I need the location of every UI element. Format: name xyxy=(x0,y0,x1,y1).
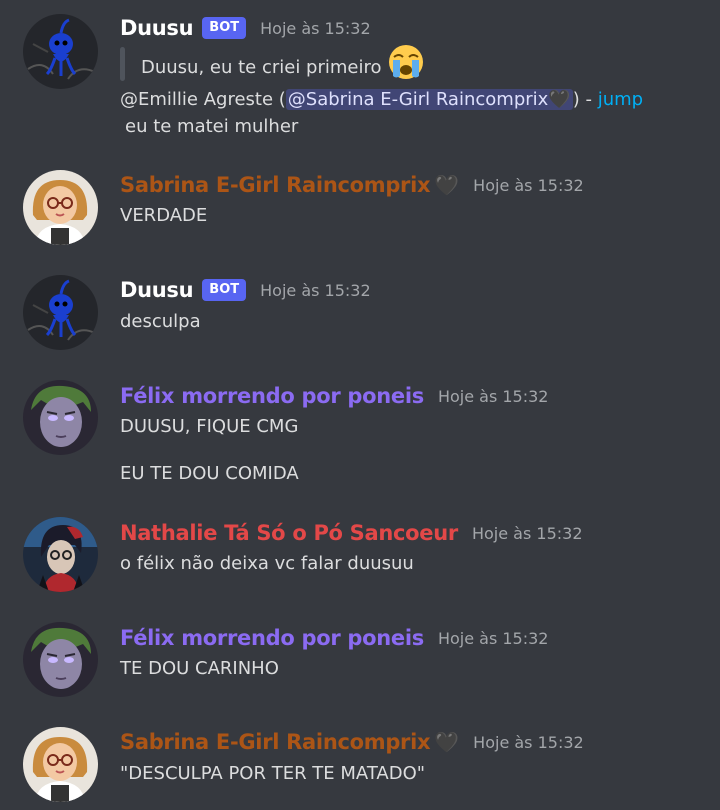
black-heart-icon: 🖤 xyxy=(548,89,571,110)
felix-avatar[interactable] xyxy=(23,622,98,697)
timestamp: Hoje às 15:32 xyxy=(260,18,371,38)
timestamp: Hoje às 15:32 xyxy=(471,523,583,543)
message-header: Félix morrendo por poneis Hoje às 15:32 xyxy=(120,384,548,408)
user-mention[interactable]: @Sabrina E-Girl Raincomprix🖤 xyxy=(285,89,573,110)
timestamp: Hoje às 15:32 xyxy=(473,175,584,195)
username[interactable]: Félix morrendo por poneis xyxy=(120,626,424,650)
bot-badge: BOT xyxy=(202,279,247,301)
timestamp: Hoje às 15:32 xyxy=(260,280,371,300)
timestamp: Hoje às 15:32 xyxy=(473,732,584,752)
message-header: Duusu BOT Hoje às 15:32 xyxy=(120,16,371,40)
timestamp: Hoje às 15:32 xyxy=(437,386,549,406)
black-heart-icon: 🖤 xyxy=(434,173,460,197)
username[interactable]: Duusu xyxy=(120,278,194,302)
quote-text: Duusu, eu te criei primeiro xyxy=(141,45,426,82)
message-content: desculpa xyxy=(120,311,201,332)
timestamp: Hoje às 15:32 xyxy=(437,628,549,648)
sabrina-avatar[interactable] xyxy=(23,727,98,802)
duusu-avatar[interactable] xyxy=(23,14,98,89)
message-content: "DESCULPA POR TER TE MATADO" xyxy=(120,763,426,784)
message-header: Duusu BOT Hoje às 15:32 xyxy=(120,278,371,302)
chat-message-list: Duusu BOT Hoje às 15:32 Duusu, eu te cri… xyxy=(0,0,720,810)
black-heart-icon: 🖤 xyxy=(434,730,460,754)
reply-reference: @Emillie Agreste (@Sabrina E-Girl Rainco… xyxy=(120,89,644,110)
duusu-avatar[interactable] xyxy=(23,275,98,350)
message-content: TE DOU CARINHO xyxy=(120,658,279,679)
message-content: o félix não deixa vc falar duusuu xyxy=(120,553,414,574)
message-content: eu te matei mulher xyxy=(125,116,299,137)
felix-avatar[interactable] xyxy=(23,380,98,455)
message-header: Sabrina E-Girl Raincomprix 🖤 Hoje às 15:… xyxy=(120,730,584,754)
message-header: Félix morrendo por poneis Hoje às 15:32 xyxy=(120,626,548,650)
username[interactable]: Nathalie Tá Só o Pó Sancoeur xyxy=(120,521,458,545)
message-header: Nathalie Tá Só o Pó Sancoeur Hoje às 15:… xyxy=(120,521,583,545)
username[interactable]: Sabrina E-Girl Raincomprix xyxy=(120,730,431,754)
message-content: VERDADE xyxy=(120,205,208,226)
username[interactable]: Félix morrendo por poneis xyxy=(120,384,424,408)
username[interactable]: Duusu xyxy=(120,16,194,40)
jump-link[interactable]: jump xyxy=(598,89,643,110)
crying-emoji-icon xyxy=(386,45,426,82)
sabrina-avatar[interactable] xyxy=(23,170,98,245)
quote-bar xyxy=(120,47,125,81)
message-header: Sabrina E-Girl Raincomprix 🖤 Hoje às 15:… xyxy=(120,173,584,197)
message-content: DUUSU, FIQUE CMG xyxy=(120,416,299,437)
message-content: EU TE DOU COMIDA xyxy=(120,463,299,484)
username[interactable]: Sabrina E-Girl Raincomprix xyxy=(120,173,431,197)
bot-badge: BOT xyxy=(202,17,247,39)
nathalie-avatar[interactable] xyxy=(23,517,98,592)
